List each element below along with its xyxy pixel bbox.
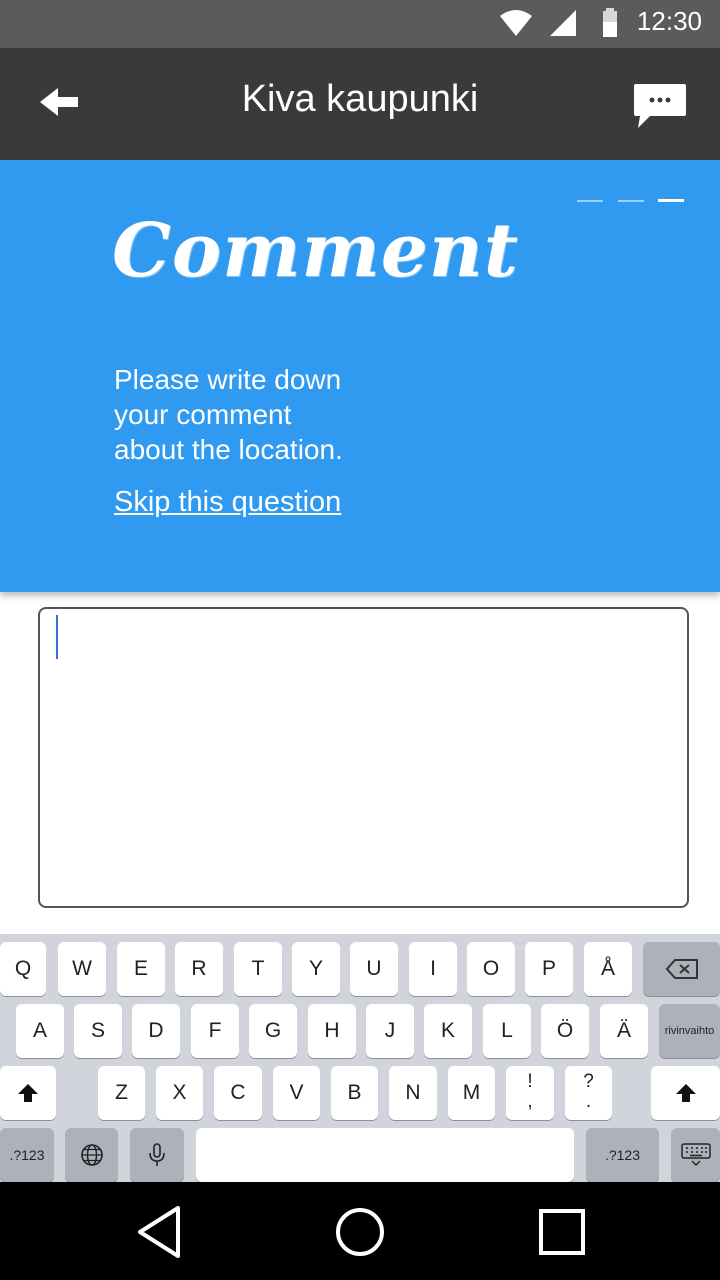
microphone-key[interactable] <box>130 1128 184 1182</box>
soft-keyboard: Q W E R T Y U I O P Å A S D F G H J K L … <box>0 934 720 1182</box>
key-h[interactable]: H <box>308 1004 356 1058</box>
shift-key-right[interactable] <box>651 1066 720 1120</box>
key-e[interactable]: E <box>117 942 165 996</box>
key-j[interactable]: J <box>366 1004 414 1058</box>
nav-back-icon[interactable] <box>130 1202 190 1262</box>
key-g[interactable]: G <box>249 1004 297 1058</box>
key-o-umlaut[interactable]: Ö <box>541 1004 589 1058</box>
key-o[interactable]: O <box>467 942 515 996</box>
key-bottom-char: , <box>527 1091 533 1112</box>
enter-key[interactable]: rivinvaihto <box>659 1004 720 1058</box>
key-f[interactable]: F <box>191 1004 239 1058</box>
key-bottom-char: . <box>585 1091 592 1112</box>
microphone-icon <box>149 1143 165 1167</box>
instruction-line: your comment <box>114 399 292 430</box>
space-key[interactable] <box>196 1128 574 1182</box>
nav-recents-icon[interactable] <box>532 1202 592 1262</box>
key-m[interactable]: M <box>448 1066 495 1120</box>
key-t[interactable]: T <box>234 942 282 996</box>
wifi-icon <box>500 10 532 36</box>
language-key[interactable] <box>65 1128 118 1182</box>
key-n[interactable]: N <box>389 1066 437 1120</box>
instruction-line: about the location. <box>114 434 343 465</box>
key-k[interactable]: K <box>424 1004 472 1058</box>
key-top-char: ! <box>527 1071 533 1092</box>
chat-bubble-icon[interactable] <box>630 78 690 134</box>
key-r[interactable]: R <box>175 942 223 996</box>
screen: 12:30 Kiva kaupunki Comment Please write… <box>0 0 720 1280</box>
key-p[interactable]: P <box>525 942 573 996</box>
key-top-char: ? <box>583 1071 594 1092</box>
clock: 12:30 <box>636 6 702 36</box>
progress-step-current <box>658 199 684 203</box>
shift-icon <box>18 1084 38 1103</box>
question-heading: Comment <box>112 208 519 294</box>
text-caret <box>56 615 58 659</box>
backspace-key[interactable] <box>643 942 720 996</box>
key-a[interactable]: A <box>16 1004 64 1058</box>
key-d[interactable]: D <box>132 1004 180 1058</box>
symbols-key-right[interactable]: .?123 <box>586 1128 659 1182</box>
key-v[interactable]: V <box>273 1066 320 1120</box>
progress-step <box>617 199 644 202</box>
symbols-key-left[interactable]: .?123 <box>0 1128 54 1182</box>
nav-home-icon[interactable] <box>330 1202 390 1262</box>
globe-icon <box>80 1144 103 1167</box>
system-nav-bar <box>0 1182 720 1280</box>
skip-question-link[interactable]: Skip this question <box>114 486 341 519</box>
question-panel: Comment Please write down your comment a… <box>0 160 720 592</box>
key-q[interactable]: Q <box>0 942 46 996</box>
progress-step <box>577 199 604 202</box>
signal-icon <box>550 10 576 36</box>
key-l[interactable]: L <box>483 1004 531 1058</box>
app-bar: Kiva kaupunki <box>0 48 720 160</box>
keyboard-hide-icon <box>680 1143 711 1167</box>
key-x[interactable]: X <box>156 1066 203 1120</box>
key-u[interactable]: U <box>350 942 398 996</box>
backspace-icon <box>665 959 698 980</box>
key-y[interactable]: Y <box>292 942 340 996</box>
status-bar: 12:30 <box>0 0 720 48</box>
key-exclamation-comma[interactable]: ! , <box>506 1066 554 1120</box>
shift-key-left[interactable] <box>0 1066 56 1120</box>
key-w[interactable]: W <box>58 942 106 996</box>
progress-indicator <box>567 192 684 210</box>
hide-keyboard-key[interactable] <box>671 1128 720 1182</box>
battery-icon <box>603 8 617 37</box>
key-c[interactable]: C <box>214 1066 262 1120</box>
shift-icon <box>675 1084 696 1103</box>
key-s[interactable]: S <box>74 1004 122 1058</box>
key-i[interactable]: I <box>409 942 457 996</box>
instruction-line: Please write down <box>114 364 342 395</box>
key-question-period[interactable]: ? . <box>565 1066 612 1120</box>
key-a-ring[interactable]: Å <box>584 942 632 996</box>
key-a-umlaut[interactable]: Ä <box>600 1004 648 1058</box>
question-instruction: Please write down your comment about the… <box>114 362 414 467</box>
page-title: Kiva kaupunki <box>241 78 479 120</box>
comment-input[interactable] <box>38 607 689 908</box>
key-z[interactable]: Z <box>98 1066 145 1120</box>
key-b[interactable]: B <box>331 1066 378 1120</box>
